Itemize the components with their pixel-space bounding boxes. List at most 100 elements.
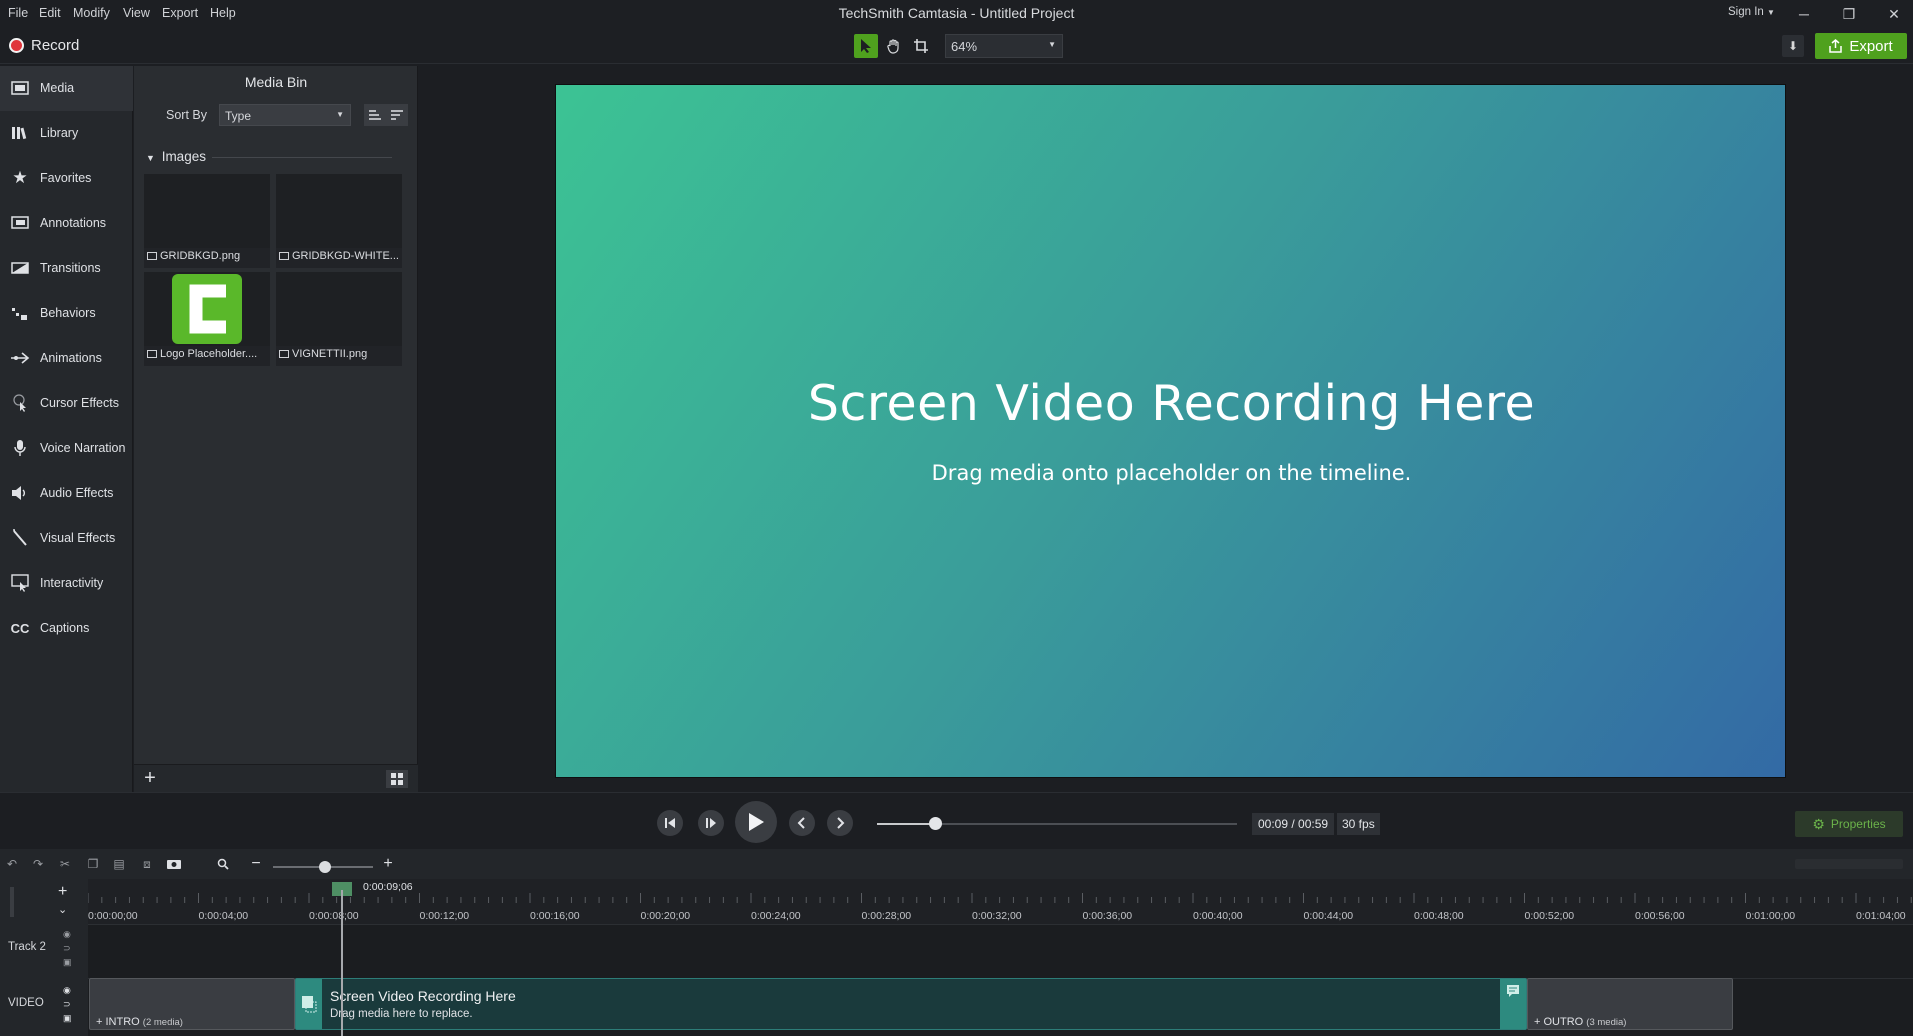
track-controls: ◉ ⊃ ▣ [63,983,75,1025]
lock-icon[interactable]: ▣ [63,1013,72,1023]
canvas-headline: Screen Video Recording Here [807,375,1536,432]
minus-icon: − [251,855,261,872]
tick-label: 0:00:40;00 [1193,910,1243,922]
undo-button[interactable]: ↶ [4,856,20,872]
timeline-scrollbar[interactable] [1795,859,1903,869]
thumbnail [144,174,270,248]
menu-modify[interactable]: Modify [73,6,110,20]
thumbnail-size-button[interactable] [386,770,408,788]
menu-view[interactable]: View [123,6,150,20]
media-item[interactable]: VIGNETTII.png [276,272,402,366]
sidebar-item-transitions[interactable]: Transitions [0,246,133,291]
zoom-dropdown[interactable]: 64% ▼ [945,34,1063,58]
pan-tool-button[interactable] [882,34,906,58]
menu-file[interactable]: File [8,6,28,20]
track-2-label[interactable]: Track 2 [8,941,46,953]
sign-in-menu[interactable]: Sign In ▼ [1728,6,1775,18]
export-button[interactable]: Export [1815,33,1907,59]
crop-tool-button[interactable] [909,34,933,58]
scrub-handle[interactable] [928,817,942,830]
sort-by-dropdown[interactable]: Type ▼ [219,104,351,126]
preview-canvas[interactable]: Screen Video Recording Here Drag media o… [555,84,1786,778]
cut-button[interactable]: ✂ [57,856,73,872]
paste-button[interactable]: ▤ [111,856,127,872]
properties-label: Properties [1830,817,1886,831]
tick-label: 0:00:48;00 [1414,910,1464,922]
menu-export[interactable]: Export [162,6,198,20]
plus-icon: + [58,883,68,900]
minimize-button[interactable]: ─ [1786,3,1822,25]
play-icon [749,813,764,831]
title-bar: File Edit Modify View Export Help TechSm… [0,0,1913,28]
playhead-line[interactable] [341,890,343,1036]
menu-edit[interactable]: Edit [39,6,61,20]
sidebar-item-audio-effects[interactable]: Audio Effects [0,471,133,516]
step-forward-button[interactable] [698,810,724,836]
eye-icon[interactable]: ◉ [63,929,71,939]
sidebar-item-annotations[interactable]: Annotations [0,201,133,246]
previous-marker-button[interactable] [789,810,815,836]
plus-icon: + [96,1016,103,1028]
sidebar-item-behaviors[interactable]: Behaviors [0,291,133,336]
collapse-tracks-button[interactable]: ⌄ [58,903,67,916]
redo-button[interactable]: ↷ [30,856,46,872]
video-track-label[interactable]: VIDEO [8,997,44,1009]
sort-order-button[interactable] [386,104,408,126]
copy-icon: ❐ [87,857,99,871]
close-button[interactable]: ✕ [1876,3,1912,25]
placeholder-clip[interactable]: Screen Video Recording Here Drag media h… [295,978,1527,1030]
track-height-slider[interactable] [10,887,14,917]
tick-label: 0:01:04;00 [1856,910,1906,922]
lock-icon[interactable]: ▣ [63,957,72,967]
media-item[interactable]: GRIDBKGD-WHITE... [276,174,402,268]
step-back-button[interactable] [657,810,683,836]
sidebar-item-label: Media [40,81,75,95]
next-marker-button[interactable] [827,810,853,836]
restore-button[interactable]: ❐ [1831,3,1867,25]
add-media-button[interactable]: + [140,768,160,788]
link-icon[interactable]: ⊃ [63,999,71,1009]
sidebar-item-favorites[interactable]: ★ Favorites [0,156,133,201]
details-view-button[interactable] [364,104,386,126]
sidebar-item-visual-effects[interactable]: Visual Effects [0,516,133,561]
camtasia-logo-icon [172,274,242,344]
tick-label: 0:00:24;00 [751,910,801,922]
copy-button[interactable]: ❐ [85,856,101,872]
tick-label: 0:00:00;00 [88,910,138,922]
rewind-icon [665,818,675,828]
menu-help[interactable]: Help [210,6,236,20]
sidebar-item-cursor-effects[interactable]: Cursor Effects [0,381,133,426]
sidebar-item-interactivity[interactable]: Interactivity [0,561,133,606]
media-item-name: VIGNETTII.png [292,348,368,360]
zoom-out-button[interactable]: − [248,855,264,872]
sidebar-item-captions[interactable]: CC Captions [0,606,133,651]
media-item[interactable]: GRIDBKGD.png [144,174,270,268]
play-button[interactable] [735,801,777,843]
split-button[interactable]: ⧈ [139,856,155,872]
images-group-header[interactable]: ▼ Images [146,149,206,164]
sidebar-item-voice-narration[interactable]: Voice Narration [0,426,133,471]
sidebar-item-library[interactable]: Library [0,111,133,156]
snapshot-button[interactable] [166,856,182,872]
sidebar-item-media[interactable]: Media [0,66,133,111]
sidebar-item-label: Voice Narration [40,441,126,455]
download-button[interactable]: ⬇ [1782,35,1804,57]
sidebar-item-animations[interactable]: Animations [0,336,133,381]
media-item[interactable]: Logo Placeholder.... [144,272,270,366]
link-icon[interactable]: ⊃ [63,943,71,953]
track-2-row[interactable] [88,924,1913,978]
step-forward-icon [706,818,716,828]
eye-icon[interactable]: ◉ [63,985,71,995]
intro-group-clip[interactable]: + INTRO (2 media) [89,978,295,1030]
select-tool-button[interactable] [854,34,878,58]
chevron-down-icon: ▼ [146,153,155,163]
plus-icon: + [144,767,156,789]
zoom-in-button[interactable]: + [380,855,396,872]
timeline-zoom-handle[interactable] [319,861,331,873]
add-track-button[interactable]: + [58,883,67,901]
gear-icon: ⚙ [1812,815,1825,832]
zoom-to-fit-button[interactable] [215,856,231,872]
outro-group-clip[interactable]: + OUTRO (3 media) [1527,978,1733,1030]
properties-button[interactable]: ⚙ Properties [1795,811,1903,837]
transition-icon [10,258,30,278]
